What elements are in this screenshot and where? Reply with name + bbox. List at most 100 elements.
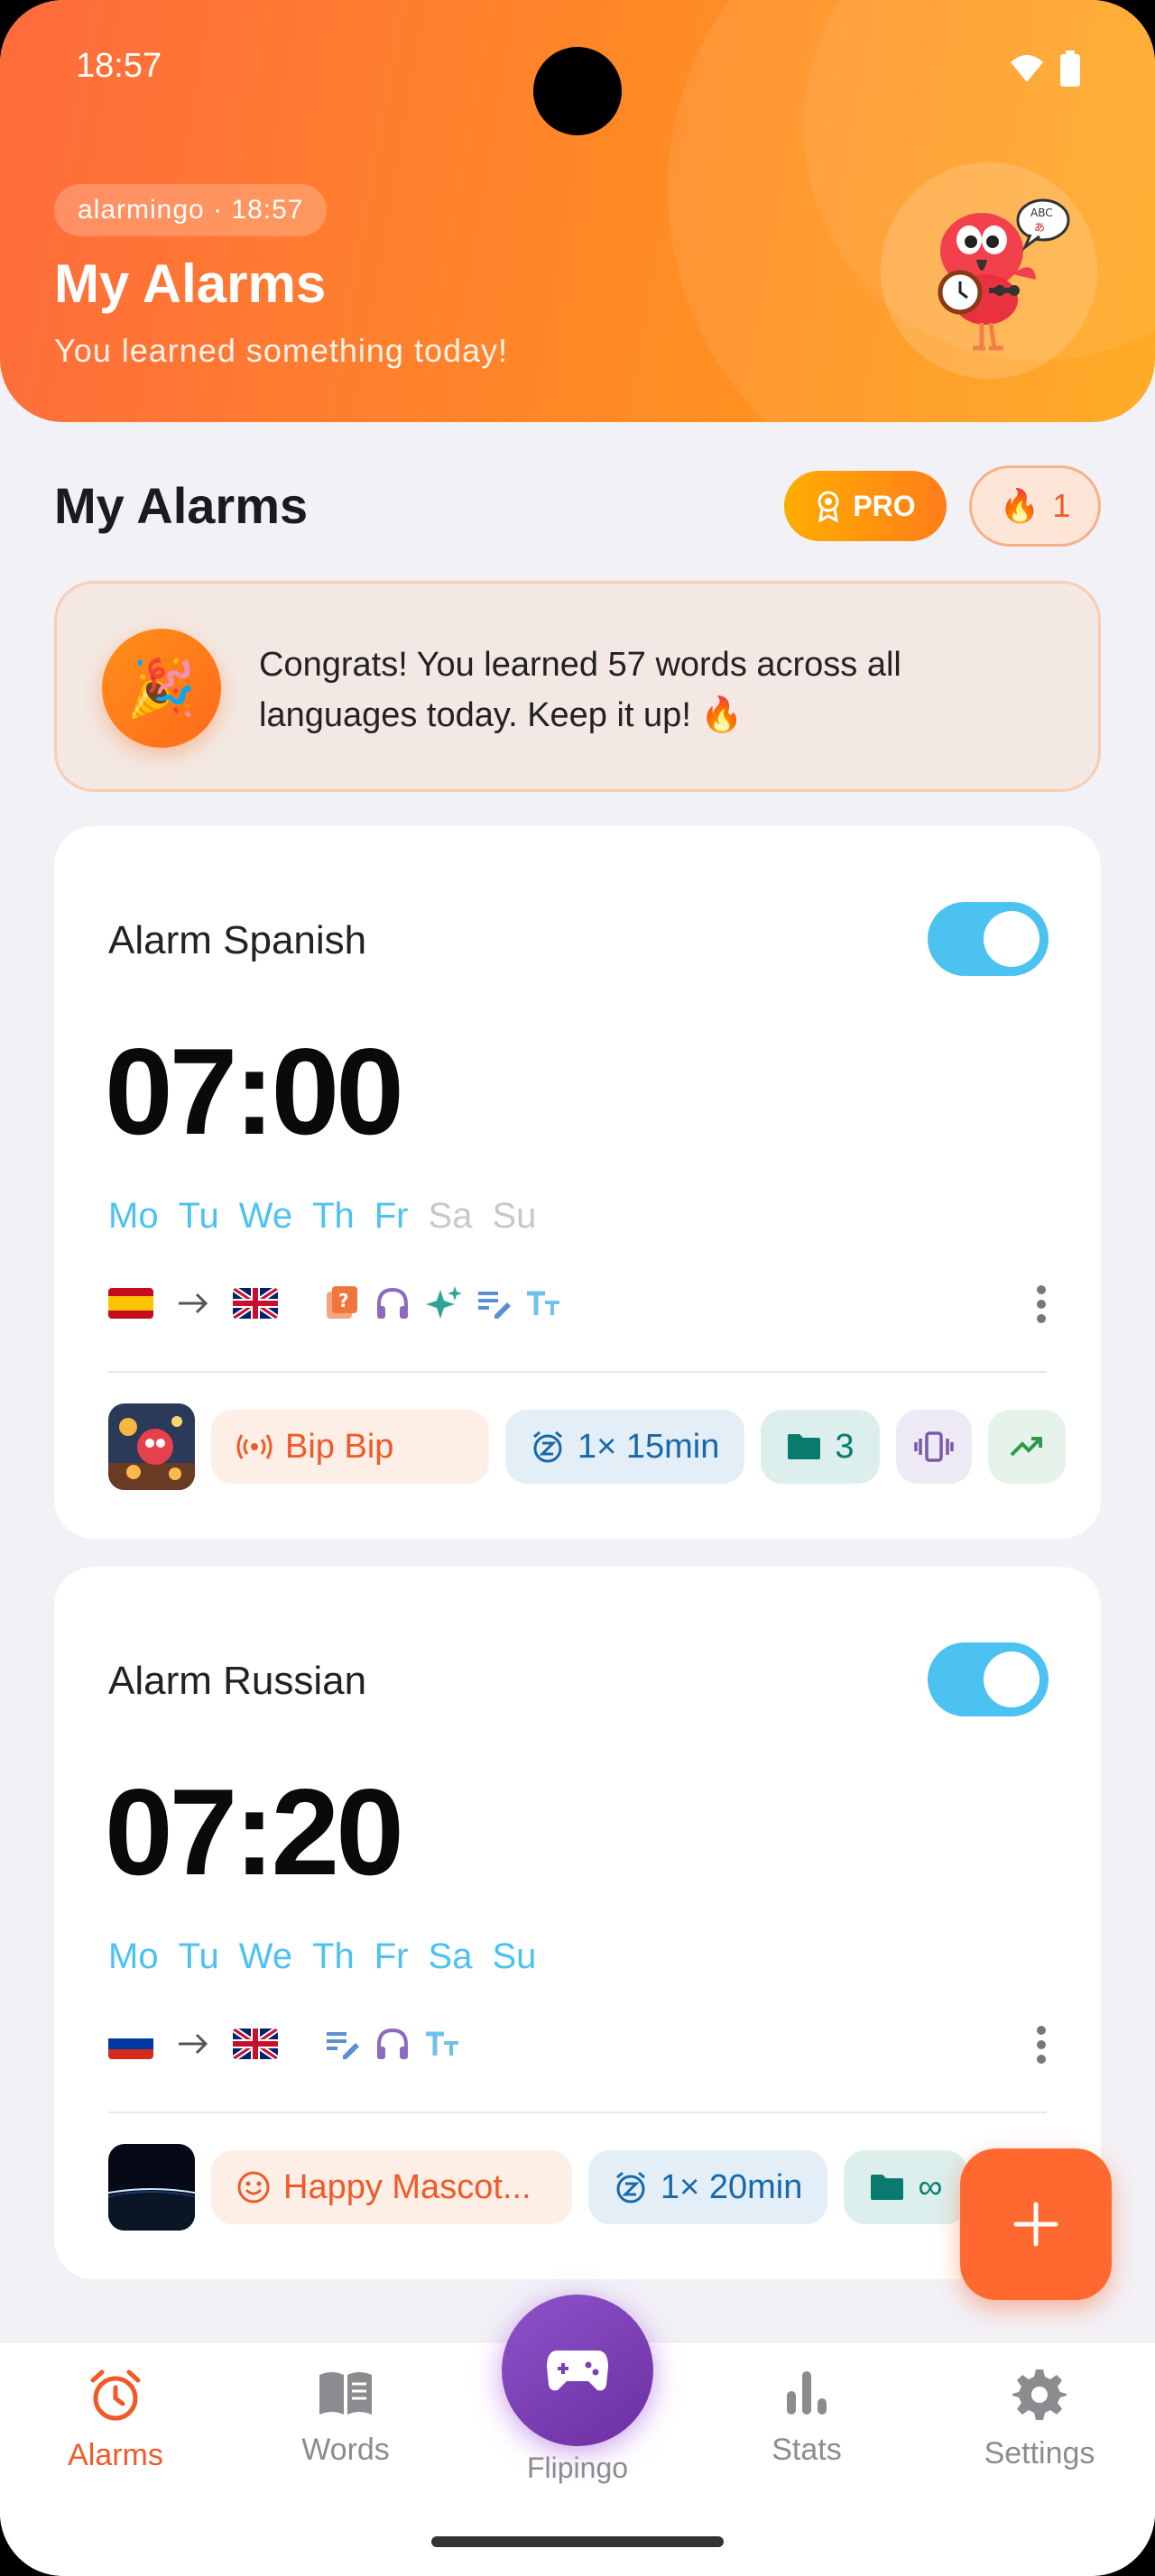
streak-count: 1	[1052, 487, 1071, 524]
battery-icon	[1060, 51, 1080, 87]
streak-badge-button[interactable]: 🔥 1	[969, 465, 1101, 547]
mascot-thumbnail[interactable]	[108, 1403, 195, 1490]
language-row	[108, 2025, 462, 2063]
bar-chart-icon	[787, 2371, 827, 2415]
header-subtitle: You learned something today!	[54, 332, 509, 369]
pro-badge-button[interactable]: PRO	[784, 471, 947, 541]
svg-text:ABC: ABC	[1030, 207, 1053, 219]
sound-chip[interactable]: Bip Bip	[211, 1410, 489, 1484]
screen: 18:57 alarmingo · 18:57 My Alarms You le…	[0, 0, 1155, 2576]
day-label: Sa	[428, 1196, 473, 1236]
smile-icon	[237, 2171, 270, 2203]
header-title: My Alarms	[54, 253, 327, 314]
day-label: Fr	[374, 1196, 409, 1236]
sound-name: Bip Bip	[285, 1427, 394, 1466]
nav-settings[interactable]: Settings	[949, 2368, 1130, 2471]
home-indicator[interactable]	[431, 2536, 724, 2547]
mascot-avatar[interactable]: ABC あ	[881, 162, 1097, 379]
toggle-knob	[984, 1651, 1040, 1707]
arrow-right-icon	[179, 2033, 208, 2055]
divider	[108, 2111, 1047, 2113]
day-label: Th	[312, 1937, 355, 1976]
folder-chip[interactable]: ∞	[844, 2150, 968, 2224]
snooze-icon	[616, 2171, 645, 2203]
sound-chip[interactable]: Happy Mascot...	[211, 2150, 572, 2224]
nav-label: Words	[301, 2433, 390, 2467]
nav-words[interactable]: Words	[255, 2368, 436, 2468]
day-label: We	[238, 1196, 293, 1236]
snooze-value: 1× 20min	[661, 2167, 803, 2206]
alarm-card[interactable]: Alarm Spanish 07:00 Mo Tu We Th Fr Sa Su	[54, 826, 1101, 1539]
nav-alarms[interactable]: Alarms	[25, 2368, 206, 2473]
trending-up-icon	[1010, 1437, 1042, 1457]
nav-label: Stats	[772, 2433, 842, 2467]
alarm-days: Mo Tu We Th Fr Sa Su	[108, 1196, 536, 1237]
broadcast-icon	[236, 1434, 273, 1459]
alarm-days: Mo Tu We Th Fr Sa Su	[108, 1937, 536, 1977]
write-icon	[327, 2032, 359, 2059]
header-banner: 18:57 alarmingo · 18:57 My Alarms You le…	[0, 0, 1155, 422]
congrats-banner: 🎉 Congrats! You learned 57 words across …	[54, 581, 1101, 792]
uk-flag-icon	[233, 2029, 278, 2059]
nav-stats[interactable]: Stats	[716, 2368, 897, 2468]
folder-chip[interactable]: 3	[761, 1410, 880, 1484]
alarm-name: Alarm Russian	[108, 1659, 367, 1703]
toggle-knob	[984, 911, 1040, 967]
day-label: Tu	[178, 1937, 219, 1976]
spain-flag-icon	[108, 1288, 153, 1319]
vibration-chip[interactable]	[895, 1410, 972, 1484]
headphones-icon	[377, 1287, 408, 1319]
party-popper-icon: 🎉	[102, 629, 221, 748]
folder-count: ∞	[918, 2167, 943, 2206]
arrow-right-icon	[179, 1293, 208, 1314]
alarm-settings-chips: Happy Mascot... 1× 20min ∞	[108, 2144, 968, 2231]
snooze-icon	[533, 1431, 562, 1463]
pro-label: PRO	[853, 489, 916, 522]
progression-chip[interactable]	[987, 1410, 1066, 1484]
text-size-icon	[527, 1291, 559, 1315]
flamingo-mascot-icon: ABC あ	[938, 198, 1070, 351]
snooze-chip[interactable]: 1× 15min	[505, 1410, 745, 1484]
camera-cutout	[533, 47, 622, 135]
congrats-text: Congrats! You learned 57 words across al…	[259, 646, 901, 734]
snooze-chip[interactable]: 1× 20min	[588, 2150, 828, 2224]
day-label: Mo	[108, 1937, 159, 1976]
day-label: Su	[492, 1196, 537, 1236]
snooze-value: 1× 15min	[578, 1427, 720, 1466]
more-options-icon[interactable]	[1036, 2025, 1047, 2065]
day-label: Th	[312, 1196, 355, 1236]
day-label: Tu	[178, 1196, 219, 1236]
sound-name: Happy Mascot...	[283, 2167, 531, 2206]
wifi-icon	[1011, 55, 1043, 82]
folder-count: 3	[835, 1427, 855, 1466]
book-icon	[319, 2372, 372, 2415]
alarm-clock-icon	[90, 2369, 141, 2421]
alarm-time: 07:20	[105, 1763, 404, 1900]
alarm-toggle[interactable]	[928, 1642, 1049, 1716]
alarm-time: 07:00	[105, 1023, 404, 1160]
svg-text:?: ?	[338, 1290, 349, 1311]
svg-text:あ: あ	[1034, 221, 1045, 234]
nav-label-flipingo: Flipingo	[526, 2452, 629, 2484]
status-icons	[1009, 51, 1081, 87]
write-icon	[478, 1292, 511, 1319]
alarm-card[interactable]: Alarm Russian 07:20 Mo Tu We Th Fr Sa Su	[54, 1567, 1101, 2279]
day-label: Sa	[428, 1937, 473, 1976]
status-time: 18:57	[76, 47, 162, 85]
gear-icon	[1012, 2369, 1067, 2420]
wallpaper-thumbnail[interactable]	[108, 2144, 195, 2231]
day-label: We	[238, 1937, 293, 1976]
flipingo-game-button[interactable]	[502, 2295, 653, 2446]
day-label: Su	[492, 1937, 537, 1976]
app-time-chip: alarmingo · 18:57	[54, 184, 328, 236]
day-label: Mo	[108, 1196, 159, 1236]
day-label: Fr	[374, 1937, 409, 1976]
divider	[108, 1371, 1047, 1373]
feature-icons	[323, 2025, 462, 2063]
feature-icons: ?	[323, 1284, 563, 1322]
russia-flag-icon	[108, 2029, 153, 2059]
more-options-icon[interactable]	[1036, 1284, 1047, 1324]
plus-icon	[1013, 2202, 1058, 2247]
alarm-toggle[interactable]	[928, 902, 1049, 976]
add-alarm-button[interactable]	[960, 2148, 1112, 2300]
